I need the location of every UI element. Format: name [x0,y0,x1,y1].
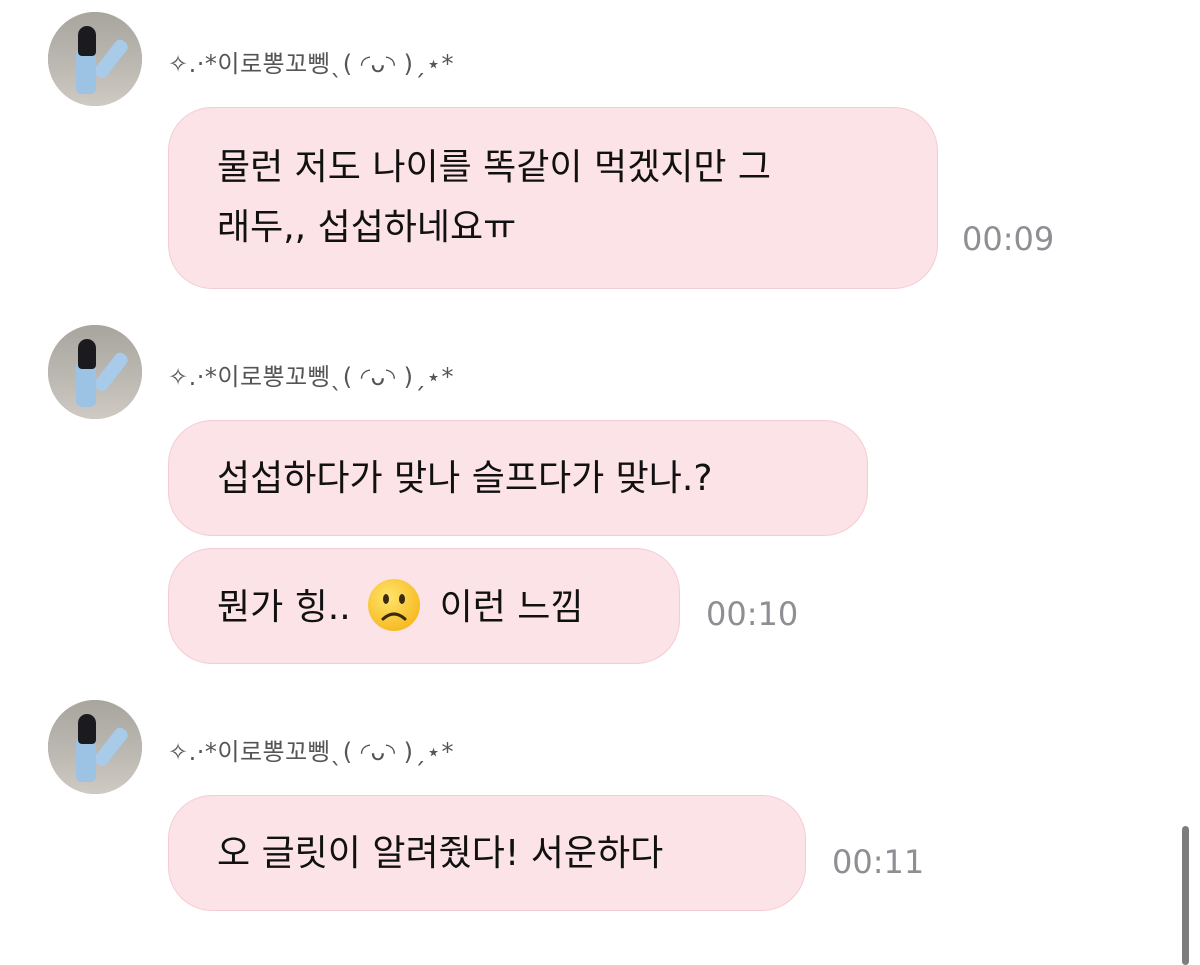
sender-name[interactable]: ✧.·*이로뽕꼬뼁ˎ( ◜ᴗ◝ )ˏ⋆* [168,357,454,392]
frowning-face-emoji [368,579,421,631]
message-text-line: 래두,, 섭섭하네요ㅠ [217,207,517,248]
message-bubble[interactable]: 물런 저도 나이를 똑같이 먹겠지만 그 래두,, 섭섭하네요ㅠ [168,107,938,289]
message-text: 섭섭하다가 맞나 슬프다가 맞나.? [217,458,713,499]
message-text-line: 물런 저도 나이를 똑같이 먹겠지만 그 [217,147,772,188]
message-text: 뭔가 힝.. [217,587,351,628]
avatar[interactable] [48,700,142,794]
message-text: 오 글릿이 알려줬다! 서운하다 [217,833,664,874]
message-bubble[interactable]: 섭섭하다가 맞나 슬프다가 맞나.? [168,420,868,536]
message-timestamp: 00:09 [962,220,1055,258]
avatar[interactable] [48,12,142,106]
sender-name[interactable]: ✧.·*이로뽕꼬뼁ˎ( ◜ᴗ◝ )ˏ⋆* [168,44,454,79]
message-timestamp: 00:11 [832,843,925,881]
message-bubble[interactable]: 오 글릿이 알려줬다! 서운하다 [168,795,806,911]
sender-name[interactable]: ✧.·*이로뽕꼬뼁ˎ( ◜ᴗ◝ )ˏ⋆* [168,732,454,767]
avatar[interactable] [48,325,142,419]
message-text: 이런 느낌 [439,587,584,628]
message-bubble[interactable]: 뭔가 힝.. 이런 느낌 [168,548,680,664]
message-timestamp: 00:10 [706,595,799,633]
scrollbar[interactable] [1182,826,1189,965]
chat-screen: ✧.·*이로뽕꼬뼁ˎ( ◜ᴗ◝ )ˏ⋆* 물런 저도 나이를 똑같이 먹겠지만 … [0,0,1200,965]
